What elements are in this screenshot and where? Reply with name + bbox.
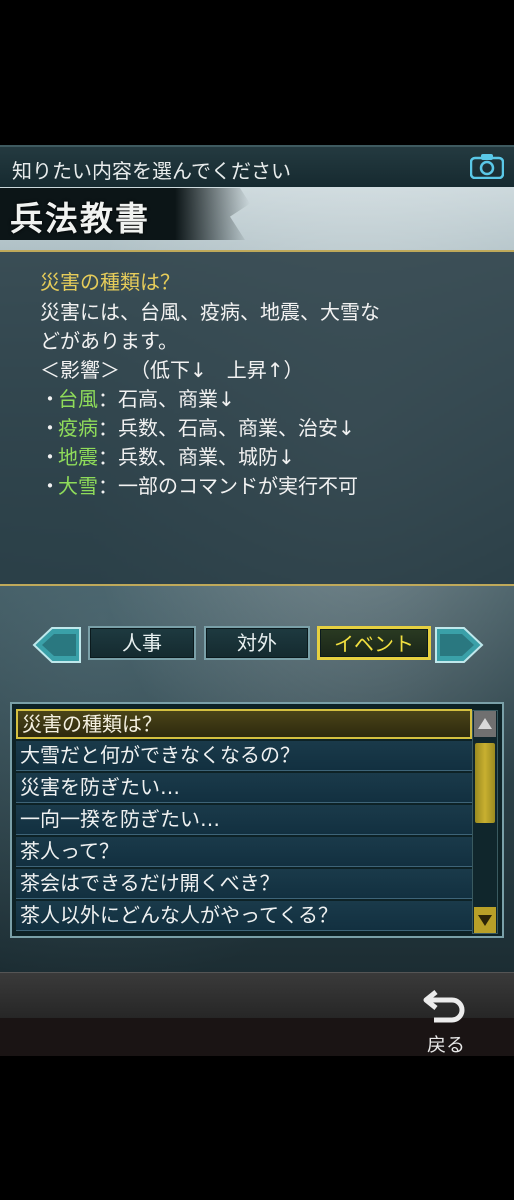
bullet-name: 地震	[58, 445, 98, 469]
bullet-name: 台風	[58, 387, 98, 411]
arrow-left-icon[interactable]	[32, 626, 82, 664]
list-item[interactable]: 茶人以外にどんな人がやってくる？	[16, 901, 472, 931]
scroll-up-icon[interactable]	[474, 711, 496, 737]
back-button[interactable]: 戻る	[416, 980, 476, 1056]
arrow-right-icon[interactable]	[434, 626, 484, 664]
list-item[interactable]: 茶人って？	[16, 837, 472, 867]
info-bullet: ・疫病：兵数、石高、商業、治安↓	[40, 416, 355, 440]
category-tabs: 人事 対外 イベント	[0, 620, 514, 670]
prompt-text: 知りたい内容を選んでください	[12, 159, 291, 183]
info-bullet: ・大雪：一部のコマンドが実行不可	[40, 474, 358, 498]
list-item[interactable]: 茶会はできるだけ開くべき？	[16, 869, 472, 899]
back-arrow-icon	[423, 990, 465, 1023]
info-bullet: ・地震：兵数、商業、城防↓	[40, 445, 295, 469]
list-item[interactable]: 災害を防ぎたい…	[16, 773, 472, 803]
list-item[interactable]: 大雪だと何ができなくなるの？	[16, 741, 472, 771]
bullet-desc: ：石高、商業↓	[98, 387, 235, 411]
back-label: 戻る	[426, 1034, 465, 1056]
scroll-down-icon[interactable]	[474, 907, 496, 933]
scroll-thumb[interactable]	[475, 743, 495, 823]
info-bullet: ・台風：石高、商業↓	[40, 387, 235, 411]
bullet-name: 大雪	[58, 474, 98, 498]
bullet-desc: ：一部のコマンドが実行不可	[98, 474, 358, 498]
info-panel: 災害の種類は？ 災害には、台風、疫病、地震、大雪な どがあります。 ＜影響＞ （…	[0, 250, 514, 586]
list-item[interactable]: 災害の種類は？	[16, 709, 472, 739]
page-title: 兵法教書	[10, 199, 150, 238]
info-body-line2: どがあります。	[40, 329, 178, 353]
camera-icon[interactable]	[470, 153, 504, 179]
bullet-desc: ：兵数、石高、商業、治安↓	[98, 416, 355, 440]
info-body-line1: 災害には、台風、疫病、地震、大雪な	[40, 300, 380, 324]
tab-diplomacy[interactable]: 対外	[204, 626, 310, 660]
info-question: 災害の種類は？	[40, 270, 180, 294]
tab-event[interactable]: イベント	[317, 626, 431, 660]
scrollbar[interactable]	[472, 710, 498, 934]
bullet-desc: ：兵数、商業、城防↓	[98, 445, 295, 469]
list-item[interactable]: 一向一揆を防ぎたい…	[16, 805, 472, 835]
bullet-name: 疫病	[58, 416, 98, 440]
info-effect-line: ＜影響＞ （低下↓ 上昇↑）	[40, 358, 304, 382]
tab-personnel[interactable]: 人事	[88, 626, 196, 660]
header-bar: 知りたい内容を選んでください	[0, 145, 514, 188]
question-list: 災害の種類は？ 大雪だと何ができなくなるの？ 災害を防ぎたい… 一向一揆を防ぎた…	[10, 702, 504, 938]
